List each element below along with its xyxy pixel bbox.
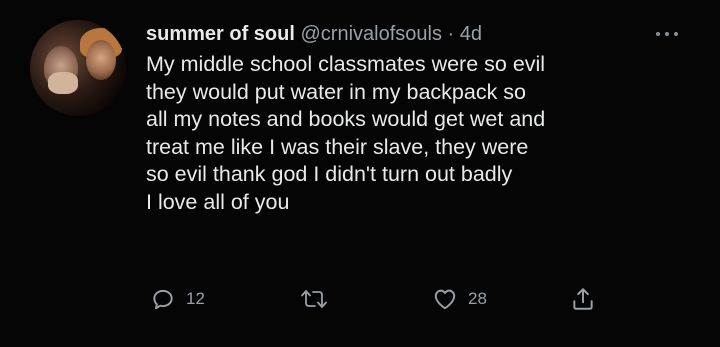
reply-count: 12 (186, 289, 205, 308)
avatar-hand (48, 72, 78, 94)
avatar[interactable] (30, 20, 126, 116)
separator: · (447, 23, 455, 45)
retweet-button[interactable] (300, 286, 338, 312)
share-icon (573, 288, 593, 310)
avatar-face-right (86, 40, 116, 80)
tweet-text: My middle school classmates were so evil… (146, 52, 546, 214)
tweet-header: summer of soul @crnivalofsouls · 4d (146, 22, 482, 46)
author-name[interactable]: summer of soul (146, 23, 295, 45)
reply-icon (153, 289, 173, 310)
like-button[interactable]: 28 (432, 286, 487, 312)
tweet[interactable]: summer of soul @crnivalofsouls · 4d My m… (0, 0, 720, 347)
tweet-actions: 12 28 (0, 286, 720, 316)
reply-button[interactable]: 12 (150, 286, 205, 312)
more-horizontal-icon (656, 32, 678, 36)
like-count: 28 (468, 289, 487, 308)
more-icon[interactable] (654, 22, 680, 45)
retweet-icon (301, 290, 327, 308)
share-button[interactable] (570, 286, 596, 312)
like-icon (434, 289, 456, 310)
tweet-time[interactable]: 4d (460, 23, 482, 45)
author-handle[interactable]: @crnivalofsouls (300, 23, 441, 45)
